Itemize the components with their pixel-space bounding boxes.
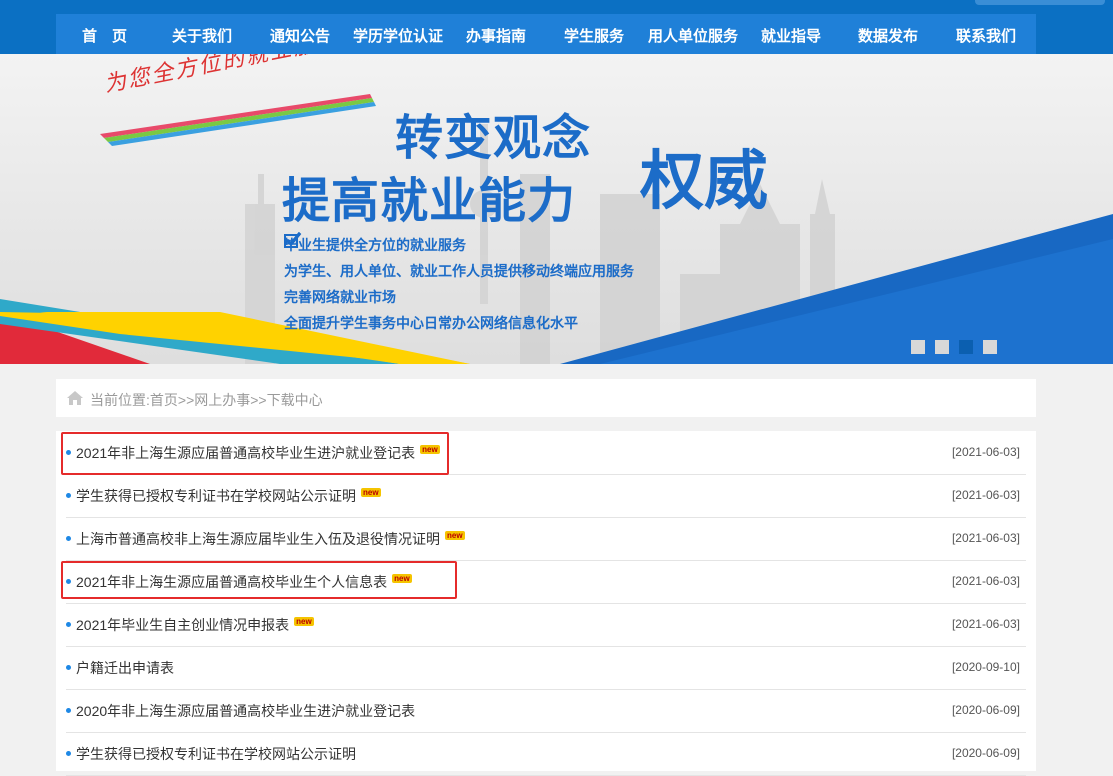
list-item: 学生获得已授权专利证书在学校网站公示证明 [2020-06-09] [66, 732, 1026, 776]
nav-item-home[interactable]: 首 页 [82, 25, 127, 46]
hero-banner[interactable]: 为您全方位的就业服务 转变观念 提高就业能力 权威 毕业生提供全方位的就业服务 … [0, 54, 1113, 364]
list-item: 户籍迁出申请表 [2020-09-10] [66, 646, 1026, 690]
nav-item-career-guidance[interactable]: 就业指导 [761, 25, 821, 46]
nav-item-student-services[interactable]: 学生服务 [564, 25, 624, 46]
banner-headline-3: 权威 [640, 145, 768, 219]
list-item-date: [2020-06-09] [951, 703, 1020, 717]
list-item-title[interactable]: 2021年毕业生自主创业情况申报表 new [76, 615, 314, 635]
banner-headline-1: 转变观念 [395, 110, 592, 166]
nav-item-employer-services[interactable]: 用人单位服务 [648, 25, 738, 46]
list-item-title-text[interactable]: 学生获得已授权专利证书在学校网站公示证明 [76, 746, 356, 762]
new-badge: new [294, 617, 314, 626]
nav-item-degree-verification[interactable]: 学历学位认证 [353, 25, 443, 46]
banner-bullet-text: 毕业生提供全方位的就业服务 [284, 238, 466, 254]
list-item-date: [2021-06-03] [951, 574, 1020, 588]
banner-headline-2: 提高就业能力 [282, 173, 577, 229]
nav-item-contact[interactable]: 联系我们 [956, 25, 1016, 46]
list-item-title[interactable]: 2020年非上海生源应届普通高校毕业生进沪就业登记表 [76, 701, 415, 721]
top-search-box[interactable] [975, 0, 1105, 5]
list-item-title[interactable]: 学生获得已授权专利证书在学校网站公示证明 new [76, 486, 381, 506]
banner-bullet: 为学生、用人单位、就业工作人员提供移动终端应用服务 [284, 232, 634, 284]
nav-item-about[interactable]: 关于我们 [172, 25, 232, 46]
list-item-date: [2021-06-03] [951, 617, 1020, 631]
download-list: 2021年非上海生源应届普通高校毕业生进沪就业登记表 new [2021-06-0… [56, 431, 1036, 776]
bullet-dot [66, 622, 71, 627]
banner-bullet: 毕业生提供全方位的就业服务 [284, 232, 634, 258]
list-item-title-text[interactable]: 上海市普通高校非上海生源应届毕业生入伍及退役情况证明 [76, 531, 440, 547]
slide-dot-4[interactable] [983, 340, 997, 354]
list-item-title[interactable]: 上海市普通高校非上海生源应届毕业生入伍及退役情况证明 new [76, 529, 465, 549]
new-badge: new [361, 488, 381, 497]
list-item-date: [2020-06-09] [951, 746, 1020, 760]
bullet-dot [66, 493, 71, 498]
list-item-date: [2021-06-03] [951, 488, 1020, 502]
slide-dot-3[interactable] [959, 340, 973, 354]
slide-dot-1[interactable] [911, 340, 925, 354]
list-item: 2021年毕业生自主创业情况申报表 new [2021-06-03] [66, 603, 1026, 647]
list-item-date: [2021-06-03] [951, 445, 1020, 459]
banner-bullet-text: 完善网络就业市场 [284, 290, 396, 306]
breadcrumb-text[interactable]: 当前位置:首页>>网上办事>>下载中心 [90, 390, 323, 410]
new-badge: new [445, 531, 465, 540]
banner-bullet-text: 全面提升学生事务中心日常办公网络信息化水平 [284, 316, 578, 332]
list-item: 上海市普通高校非上海生源应届毕业生入伍及退役情况证明 new [2021-06-0… [66, 517, 1026, 561]
banner-bullet: 全面提升学生事务中心日常办公网络信息化水平 [284, 232, 634, 336]
banner-bullet-text: 为学生、用人单位、就业工作人员提供移动终端应用服务 [284, 264, 634, 280]
list-item-title-text[interactable]: 2020年非上海生源应届普通高校毕业生进沪就业登记表 [76, 703, 415, 719]
banner-bullet: 完善网络就业市场 [284, 232, 634, 310]
list-item-title-text[interactable]: 2021年毕业生自主创业情况申报表 [76, 617, 289, 633]
list-item-date: [2021-06-03] [951, 531, 1020, 545]
list-item-date: [2020-09-10] [951, 660, 1020, 674]
list-item: 2020年非上海生源应届普通高校毕业生进沪就业登记表 [2020-06-09] [66, 689, 1026, 733]
list-item-title-text[interactable]: 学生获得已授权专利证书在学校网站公示证明 [76, 488, 356, 504]
breadcrumb: 当前位置:首页>>网上办事>>下载中心 [56, 379, 1036, 417]
bullet-dot [66, 536, 71, 541]
banner-bullet-list: 毕业生提供全方位的就业服务 为学生、用人单位、就业工作人员提供移动终端应用服务 … [284, 232, 634, 336]
list-item: 学生获得已授权专利证书在学校网站公示证明 new [2021-06-03] [66, 474, 1026, 518]
list-item-title[interactable]: 户籍迁出申请表 [76, 658, 174, 678]
nav-item-data-release[interactable]: 数据发布 [858, 25, 918, 46]
slide-indicator [911, 340, 997, 354]
bullet-dot [66, 708, 71, 713]
bullet-dot [66, 665, 71, 670]
nav-item-guide[interactable]: 办事指南 [466, 25, 526, 46]
list-item-title-text[interactable]: 户籍迁出申请表 [76, 660, 174, 676]
main-nav: 首 页 关于我们 通知公告 学历学位认证 办事指南 学生服务 用人单位服务 就业… [56, 14, 1036, 54]
nav-item-notices[interactable]: 通知公告 [270, 25, 330, 46]
highlight-box [61, 432, 449, 475]
list-item-title[interactable]: 学生获得已授权专利证书在学校网站公示证明 [76, 744, 356, 764]
checkbox-checked-icon [284, 232, 302, 248]
slide-dot-2[interactable] [935, 340, 949, 354]
home-icon [67, 391, 83, 405]
highlight-box [61, 561, 457, 599]
bullet-dot [66, 751, 71, 756]
